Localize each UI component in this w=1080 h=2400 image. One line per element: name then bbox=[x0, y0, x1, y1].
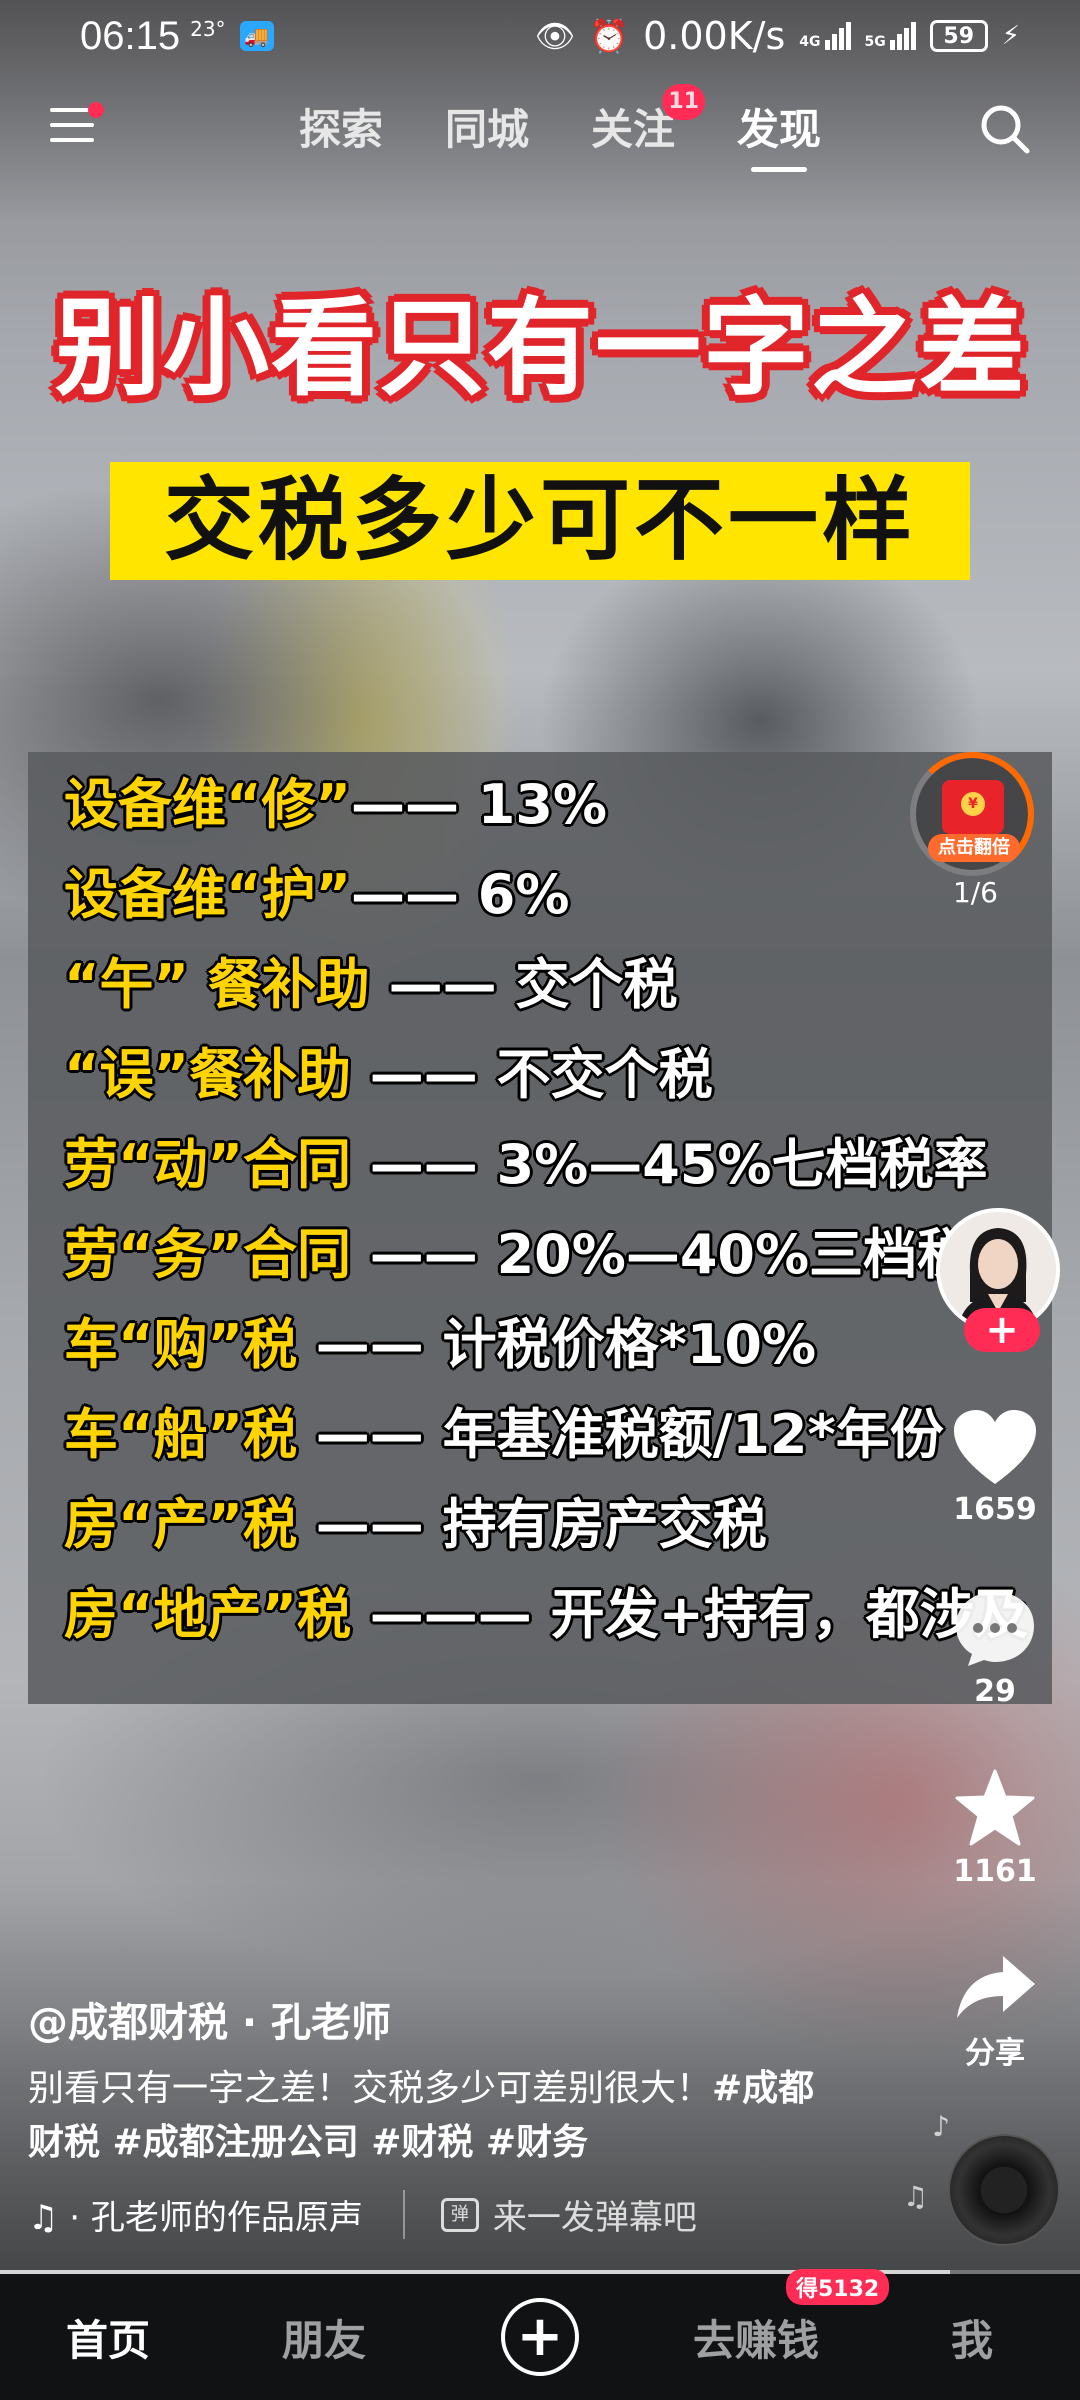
tax-row: 房“地产”税 ——— 开发+持有，都涉及 bbox=[64, 1583, 1028, 1646]
tax-row: 设备维“修”—— 13% bbox=[64, 773, 608, 836]
red-packet-button[interactable]: ¥ 点击翻倍 bbox=[910, 752, 1034, 876]
tab-local[interactable]: 同城 bbox=[445, 90, 529, 170]
video-description: 别看只有一字之差！交税多少可差别很大！#成都财税 #成都注册公司 #财税 #财务 bbox=[28, 2062, 848, 2170]
nav-create[interactable]: + bbox=[460, 2298, 620, 2376]
battery-icon: 59 bbox=[929, 20, 988, 52]
network-speed: 0.00K/s bbox=[643, 14, 786, 58]
music-row: ♫ · 孔老师的作品原声 弹 来一发弹幕吧 bbox=[28, 2190, 697, 2239]
music-note-icon: ♪ bbox=[932, 2110, 950, 2143]
favorite-button[interactable]: 1161 bbox=[928, 1768, 1062, 1889]
page-counter: 1/6 bbox=[952, 876, 998, 909]
delivery-truck-icon: 🚚 bbox=[239, 21, 274, 51]
nav-friends[interactable]: 朋友 bbox=[244, 2307, 404, 2368]
charging-bolt-icon: ⚡ bbox=[1001, 21, 1020, 51]
comment-icon bbox=[956, 1592, 1034, 1666]
top-nav: 探索 同城 关注 11 发现 bbox=[0, 84, 1080, 172]
share-label: 分享 bbox=[965, 2036, 1025, 2071]
nav-earn-label: 去赚钱 bbox=[692, 2315, 819, 2365]
like-count: 1659 bbox=[953, 1492, 1037, 1527]
danmu-input[interactable]: 弹 来一发弹幕吧 bbox=[402, 2190, 697, 2239]
nav-earn[interactable]: 去赚钱 得5132 bbox=[676, 2268, 890, 2368]
comment-button[interactable]: 29 bbox=[928, 1588, 1062, 1709]
favorite-count: 1161 bbox=[953, 1854, 1037, 1889]
coin-icon: ¥ bbox=[961, 792, 985, 816]
video-title-line2: 交税多少可不一样 bbox=[110, 462, 970, 580]
plus-icon: + bbox=[501, 2298, 579, 2376]
tax-row: 车“船”税 —— 年基准税额/12*年份 bbox=[64, 1403, 944, 1466]
status-time: 06:15 bbox=[80, 13, 181, 58]
tax-row: “午” 餐补助 —— 交个税 bbox=[64, 953, 678, 1016]
heart-icon bbox=[954, 1410, 1036, 1484]
nav-me[interactable]: 我 bbox=[892, 2307, 1052, 2368]
tax-row: 劳“动”合同 —— 3%—45%七档税率 bbox=[64, 1133, 988, 1196]
search-icon[interactable] bbox=[978, 102, 1032, 156]
following-badge: 11 bbox=[662, 84, 706, 120]
signal-4g-icon: 4G bbox=[799, 22, 851, 50]
share-button[interactable]: 分享 bbox=[928, 1952, 1062, 2072]
video-title-line1: 别小看只有一字之差 bbox=[55, 287, 1027, 410]
share-arrow-icon bbox=[957, 1956, 1035, 2018]
tax-row: 劳“务”合同 —— 20%—40%三档税率 bbox=[64, 1223, 1026, 1286]
bottom-nav: 首页 朋友 + 去赚钱 得5132 我 bbox=[0, 2268, 1080, 2400]
music-title[interactable]: ♫ · 孔老师的作品原声 bbox=[28, 2190, 363, 2239]
tax-row: 车“购”税 —— 计税价格*10% bbox=[64, 1313, 817, 1376]
tax-row: 设备维“护”—— 6% bbox=[64, 863, 570, 926]
music-disc-icon[interactable] bbox=[948, 2134, 1060, 2246]
like-button[interactable]: 1659 bbox=[928, 1408, 1062, 1527]
music-note-icon: ♫ bbox=[902, 2180, 928, 2213]
nav-home[interactable]: 首页 bbox=[28, 2307, 188, 2368]
status-bar: 06:15 23° 🚚 👁 ⏰ 0.00K/s 4G 5G 59 ⚡ bbox=[0, 0, 1080, 72]
status-temperature: 23° bbox=[190, 17, 226, 41]
tax-info-panel: 设备维“修”—— 13% 设备维“护”—— 6% “午” 餐补助 —— 交个税 … bbox=[28, 752, 1052, 1704]
danmu-icon: 弹 bbox=[440, 2197, 479, 2232]
description-text: 别看只有一字之差！交税多少可差别很大！ bbox=[28, 2068, 713, 2109]
status-right-group: 👁 ⏰ 0.00K/s 4G 5G 59 ⚡ bbox=[535, 14, 1020, 58]
danmu-placeholder: 来一发弹幕吧 bbox=[492, 2198, 697, 2238]
star-icon bbox=[955, 1769, 1035, 1846]
follow-button[interactable]: + bbox=[964, 1308, 1040, 1352]
tab-explore[interactable]: 探索 bbox=[299, 90, 383, 170]
earn-badge: 得5132 bbox=[786, 2268, 890, 2305]
comment-count: 29 bbox=[974, 1674, 1016, 1709]
tab-discover[interactable]: 发现 bbox=[737, 90, 821, 172]
tax-row: “误”餐补助 —— 不交个税 bbox=[64, 1043, 713, 1106]
alarm-icon: ⏰ bbox=[589, 17, 630, 55]
red-packet-label: 点击翻倍 bbox=[928, 834, 1020, 862]
eye-icon: 👁 bbox=[534, 17, 576, 55]
tax-row: 房“产”税 —— 持有房产交税 bbox=[64, 1493, 767, 1556]
tab-following[interactable]: 关注 11 bbox=[591, 84, 706, 170]
top-tabs: 探索 同城 关注 11 发现 bbox=[0, 84, 1080, 172]
author-name[interactable]: @成都财税 · 孔老师 bbox=[28, 1990, 391, 2048]
signal-5g-icon: 5G bbox=[865, 22, 916, 50]
